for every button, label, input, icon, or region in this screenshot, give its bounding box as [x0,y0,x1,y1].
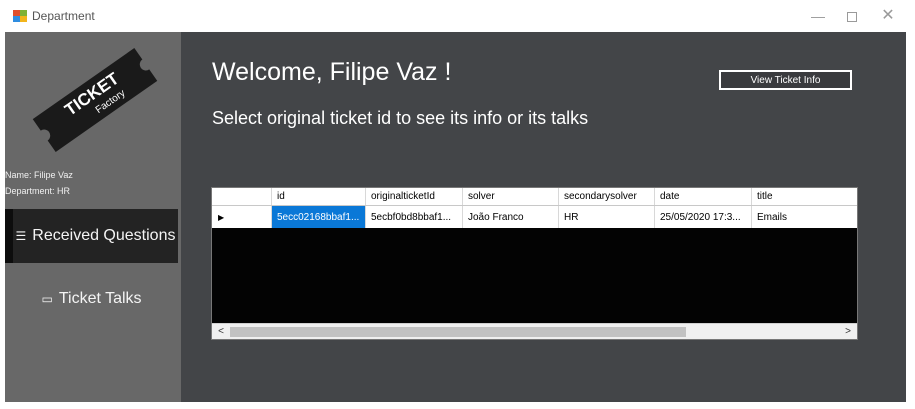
user-department-label: Department: HR [5,186,71,196]
row-selected-marker[interactable]: ▶ [212,206,272,228]
nav-ticket-talks-label: Ticket Talks [58,290,142,307]
instruction-text: Select original ticket id to see its inf… [212,108,589,128]
horizontal-scrollbar[interactable]: < > [212,323,857,339]
nav-received-questions[interactable]: ☰ Received Questions [5,209,178,263]
ticket-talks-icon: ▭ [41,292,53,306]
scroll-left-button[interactable]: < [214,324,228,340]
scroll-right-button[interactable]: > [841,324,855,340]
user-name-label: Name: Filipe Vaz [5,170,73,180]
scroll-thumb[interactable] [230,327,686,337]
app-icon [13,10,27,22]
received-questions-icon: ☰ [15,229,27,243]
header-row-selector [212,188,272,205]
column-header-title[interactable]: title [752,188,857,205]
cell-id[interactable]: 5ecc02168bbaf1... [272,206,366,228]
main-panel: Welcome, Filipe Vaz ! View Ticket Info S… [181,32,906,402]
cell-date[interactable]: 25/05/2020 17:3... [655,206,752,228]
close-button[interactable]: ✕ [868,4,908,28]
nav-received-questions-label: Received Questions [32,227,176,244]
column-header-date[interactable]: date [655,188,752,205]
cell-solver[interactable]: João Franco [463,206,559,228]
cell-title[interactable]: Emails [752,206,857,228]
grid-header: id originalticketId solver secondarysolv… [212,188,857,206]
column-header-id[interactable]: id [272,188,366,205]
column-header-originalticketid[interactable]: originalticketId [366,188,463,205]
column-header-secondarysolver[interactable]: secondarysolver [559,188,655,205]
tickets-grid[interactable]: id originalticketId solver secondarysolv… [211,187,858,340]
cell-secondarysolver[interactable]: HR [559,206,655,228]
sidebar: TICKET Factory Name: Filipe Vaz Departme… [5,32,181,402]
window-title: Department [32,9,95,23]
nav-ticket-talks[interactable]: ▭ Ticket Talks [5,272,178,326]
view-ticket-info-button[interactable]: View Ticket Info [719,70,852,90]
column-header-solver[interactable]: solver [463,188,559,205]
maximize-button[interactable] [832,4,872,28]
cell-originalticketid[interactable]: 5ecbf0bd8bbaf1... [366,206,463,228]
window-title-bar: Department — ✕ [0,0,915,32]
ticket-factory-logo: TICKET Factory [32,48,158,152]
table-row[interactable]: ▶ 5ecc02168bbaf1... 5ecbf0bd8bbaf1... Jo… [212,206,857,228]
maximize-icon [847,12,857,23]
welcome-heading: Welcome, Filipe Vaz ! [212,58,452,86]
